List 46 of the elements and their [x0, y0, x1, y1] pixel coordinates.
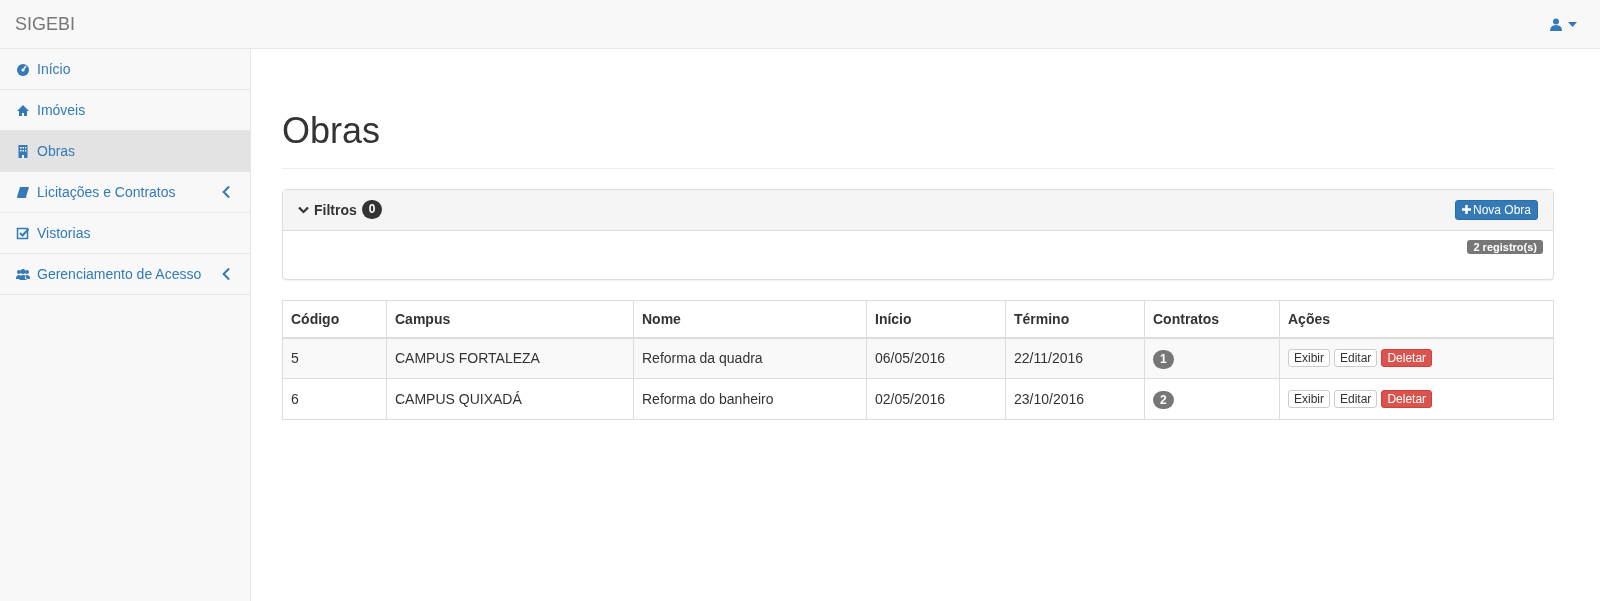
- new-obra-button[interactable]: Nova Obra: [1454, 199, 1538, 220]
- table-cell: 6: [282, 378, 387, 420]
- table-cell: CAMPUS QUIXADÁ: [386, 378, 634, 420]
- dashboard-icon: [16, 62, 30, 76]
- column-header: Ações: [1279, 300, 1554, 338]
- column-header: Nome: [633, 300, 867, 338]
- sidebar-item[interactable]: Gerenciamento de Acesso: [0, 254, 250, 295]
- chevron-down-icon: [298, 205, 309, 214]
- column-header: Início: [866, 300, 1006, 338]
- table-cell: 23/10/2016: [1005, 378, 1145, 420]
- check-icon: [16, 226, 30, 240]
- column-header: Código: [282, 300, 387, 338]
- table-cell: CAMPUS FORTALEZA: [386, 337, 634, 379]
- sidebar-item[interactable]: Início: [0, 49, 250, 90]
- plus-icon: [1461, 205, 1471, 215]
- sidebar-item[interactable]: Licitações e Contratos: [0, 172, 250, 213]
- delete-button[interactable]: Deletar: [1381, 349, 1433, 368]
- user-menu[interactable]: [1550, 17, 1577, 31]
- table-cell: 5: [282, 337, 387, 379]
- table-cell: Reforma da quadra: [633, 337, 867, 379]
- view-button[interactable]: Exibir: [1288, 390, 1330, 409]
- filters-toggle[interactable]: Filtros 0: [298, 200, 383, 219]
- sidebar-item[interactable]: Obras: [0, 131, 250, 172]
- table-cell: 22/11/2016: [1005, 337, 1145, 379]
- caret-icon: [1568, 21, 1577, 27]
- user-icon: [1550, 17, 1562, 31]
- table-cell: 02/05/2016: [866, 378, 1006, 420]
- contracts-count-badge: 1: [1153, 350, 1174, 369]
- view-button[interactable]: Exibir: [1288, 349, 1330, 368]
- edit-button[interactable]: Editar: [1334, 390, 1378, 409]
- delete-button[interactable]: Deletar: [1381, 390, 1433, 409]
- column-header: Término: [1005, 300, 1145, 338]
- edit-button[interactable]: Editar: [1334, 349, 1378, 368]
- page-title: Obras: [282, 111, 1554, 169]
- record-count-badge: 2 registro(s): [1467, 239, 1543, 254]
- table-cell: Reforma do banheiro: [633, 378, 867, 420]
- table-cell: 06/05/2016: [866, 337, 1006, 379]
- home-icon: [16, 103, 30, 117]
- brand-name[interactable]: SIGEBI: [15, 13, 76, 35]
- column-header: Contratos: [1144, 300, 1280, 338]
- building-icon: [16, 144, 30, 158]
- sidebar-item[interactable]: Vistorias: [0, 213, 250, 254]
- contracts-count-badge: 2: [1153, 390, 1174, 410]
- filter-count-badge: 0: [361, 200, 383, 219]
- users-icon: [16, 267, 30, 281]
- column-header: Campus: [386, 300, 634, 338]
